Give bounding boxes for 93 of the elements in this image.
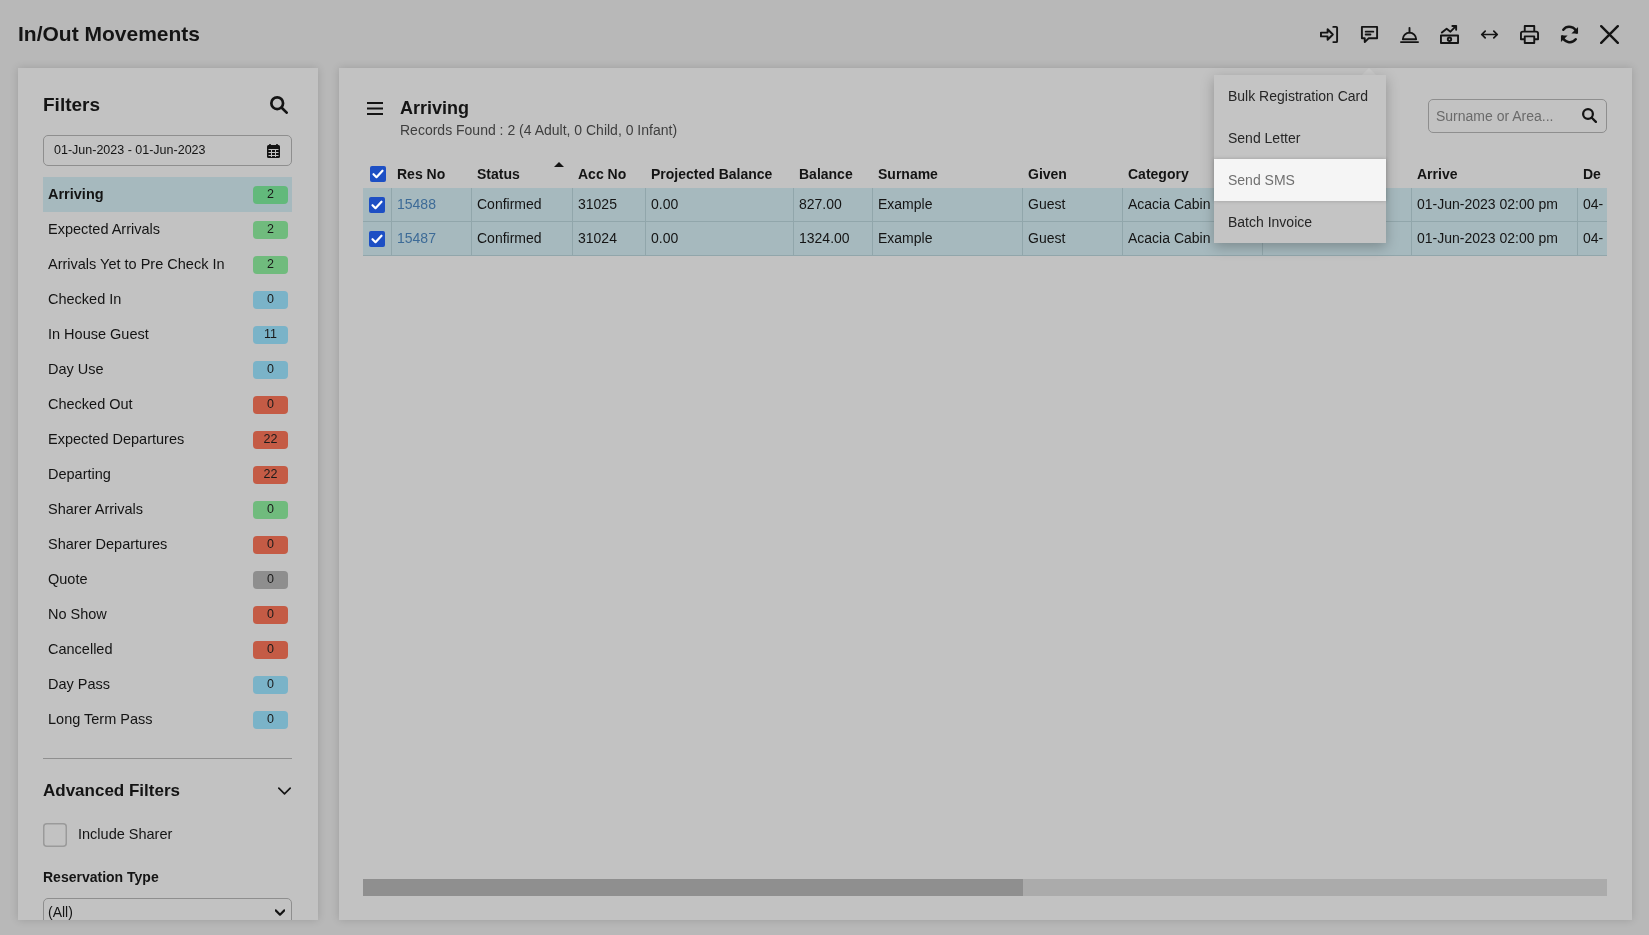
table-cell-text: 827.00 [799, 195, 842, 214]
bell-icon[interactable] [1399, 24, 1419, 44]
table-cell-text: 1324.00 [799, 229, 850, 248]
filter-item[interactable]: Sharer Departures 0 [43, 527, 292, 562]
count-badge: 2 [253, 255, 288, 274]
close-icon[interactable] [1599, 24, 1619, 44]
filter-item[interactable]: In House Guest 11 [43, 317, 292, 352]
count-badge: 0 [253, 640, 288, 659]
message-icon[interactable] [1359, 24, 1379, 44]
date-range-field[interactable]: 01-Jun-2023 - 01-Jun-2023 [43, 135, 292, 166]
checkbox[interactable] [369, 196, 385, 213]
table-cell-text: 31025 [578, 195, 617, 214]
menu-item[interactable]: Send Letter [1214, 117, 1386, 159]
count-badge: 0 [253, 500, 288, 519]
filter-item[interactable]: Arriving 2 [43, 177, 292, 212]
table-cell-text: 0.00 [651, 229, 679, 248]
sort-arrow-icon[interactable] [554, 162, 564, 167]
count-badge: 0 [253, 710, 288, 729]
table-cell-text: Confirmed [477, 229, 542, 248]
search-field[interactable]: Surname or Area... [1428, 99, 1607, 133]
filter-item[interactable]: Expected Arrivals 2 [43, 212, 292, 247]
table-cell-text: 01-Jun-2023 02:00 pm [1417, 195, 1558, 214]
count-badge: 0 [253, 360, 288, 379]
calendar-icon[interactable] [267, 143, 280, 158]
list-title: Arriving [400, 97, 469, 120]
filter-item[interactable]: Quote 0 [43, 562, 292, 597]
reservation-type-select[interactable]: (All) [43, 898, 292, 920]
section-title: Advanced Filters [43, 780, 180, 803]
column-header[interactable]: Res No [397, 163, 446, 185]
panel-title: Filters [43, 92, 101, 117]
filter-item[interactable]: Departing 22 [43, 457, 292, 492]
column-header[interactable]: Acc No [578, 163, 627, 185]
table-cell-text: Acacia Cabin [1128, 195, 1211, 214]
filter-item[interactable]: Cancelled 0 [43, 632, 292, 667]
filter-item[interactable]: Checked In 0 [43, 282, 292, 317]
records-summary: Records Found : 2 (4 Adult, 0 Child, 0 Infant) [400, 121, 678, 140]
menu-icon[interactable] [367, 102, 383, 115]
cash-chart-icon[interactable] [1439, 24, 1459, 44]
filter-item[interactable]: Checked Out 0 [43, 387, 292, 422]
filter-item[interactable]: Arrivals Yet to Pre Check In 2 [43, 247, 292, 282]
table-cell-text: 04- [1583, 195, 1604, 214]
scrollbar-thumb[interactable] [363, 879, 1023, 896]
column-header[interactable]: Projected Balance [651, 163, 773, 185]
column-header[interactable]: Given [1028, 163, 1067, 185]
filter-item[interactable]: Long Term Pass 0 [43, 702, 292, 737]
window-title: In/Out Movements [18, 21, 201, 48]
count-badge: 2 [253, 185, 288, 204]
checkbox[interactable] [369, 166, 386, 182]
column-header[interactable]: Surname [878, 163, 938, 185]
table-cell-text: Acacia Cabin [1128, 229, 1211, 248]
table-cell-text: Example [878, 195, 933, 214]
column-header[interactable]: Balance [799, 163, 853, 185]
search-icon[interactable] [270, 96, 288, 114]
count-badge: 0 [253, 290, 288, 309]
count-badge: 22 [253, 465, 288, 484]
table-cell-text: 04- [1583, 229, 1604, 248]
count-badge: 0 [253, 395, 288, 414]
count-badge: 22 [253, 430, 288, 449]
filter-item[interactable]: Expected Departures 22 [43, 422, 292, 457]
count-badge: 0 [253, 605, 288, 624]
chevron-down-icon[interactable] [278, 787, 291, 795]
count-badge: 2 [253, 220, 288, 239]
checkbox[interactable] [369, 230, 385, 247]
table-cell-text: 31024 [578, 229, 617, 248]
table-cell-text: 01-Jun-2023 02:00 pm [1417, 229, 1558, 248]
caret-icon [275, 909, 285, 916]
field-label: Reservation Type [43, 868, 159, 887]
column-header[interactable]: De [1583, 163, 1601, 185]
filter-item[interactable]: Day Pass 0 [43, 667, 292, 702]
column-header[interactable]: Status [477, 163, 520, 185]
table-cell-text: Guest [1028, 195, 1066, 214]
filter-item[interactable]: No Show 0 [43, 597, 292, 632]
column-header[interactable]: Category [1128, 163, 1189, 185]
count-badge: 0 [253, 675, 288, 694]
sign-in-icon[interactable] [1319, 24, 1339, 44]
table-cell-text: Guest [1028, 229, 1066, 248]
table-cell-text: 0.00 [651, 195, 679, 214]
menu-item[interactable]: Bulk Registration Card [1214, 75, 1386, 117]
checkbox[interactable] [43, 823, 67, 847]
column-header[interactable]: Arrive [1417, 163, 1458, 185]
filter-item[interactable]: Sharer Arrivals 0 [43, 492, 292, 527]
table-cell-text: Example [878, 229, 933, 248]
count-badge: 0 [253, 570, 288, 589]
count-badge: 11 [253, 325, 288, 344]
refresh-icon[interactable] [1559, 24, 1579, 44]
menu-item[interactable]: Send SMS [1214, 159, 1386, 201]
table-cell-text: Confirmed [477, 195, 542, 214]
count-badge: 0 [253, 535, 288, 554]
checkbox-label[interactable]: Include Sharer [78, 824, 173, 846]
search-icon[interactable] [1582, 108, 1597, 123]
printer-icon[interactable] [1519, 24, 1539, 44]
scrollbar-track[interactable] [363, 879, 1607, 896]
filter-item[interactable]: Day Use 0 [43, 352, 292, 387]
